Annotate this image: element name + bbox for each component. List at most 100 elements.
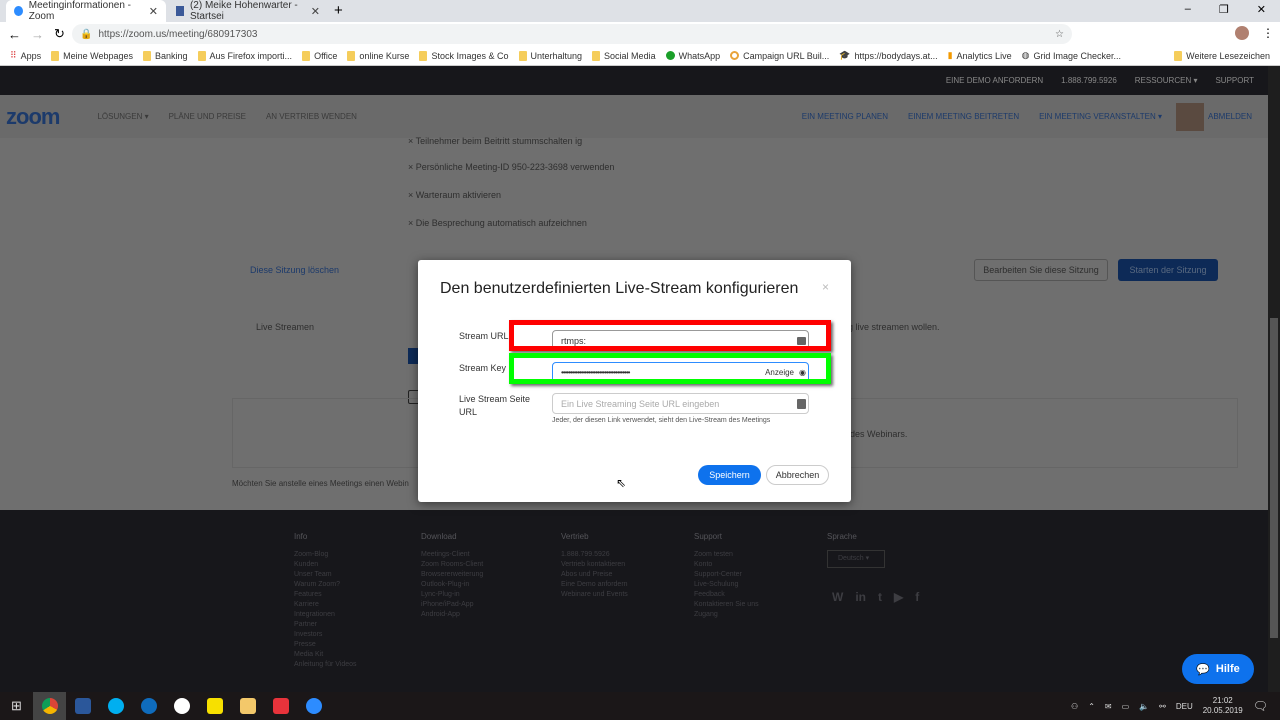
taskbar-sticky-notes[interactable] bbox=[198, 692, 231, 720]
bookmark[interactable]: Aus Firefox importi... bbox=[197, 50, 292, 61]
bookmark[interactable]: WhatsApp bbox=[665, 51, 720, 61]
bookmark[interactable]: Meine Webpages bbox=[51, 50, 133, 61]
forward-icon[interactable]: → bbox=[31, 27, 44, 42]
twitter-icon[interactable]: t bbox=[878, 590, 882, 604]
close-tab-icon[interactable]: ✕ bbox=[311, 5, 320, 18]
footer-link[interactable]: Abos und Preise bbox=[561, 570, 628, 580]
footer-link[interactable]: Live-Schulung bbox=[694, 580, 759, 590]
resources-menu[interactable]: RESSOURCEN ▾ bbox=[1135, 76, 1198, 85]
page-url-input[interactable]: Ein Live Streaming Seite URL eingeben bbox=[552, 393, 809, 414]
taskbar-chrome[interactable] bbox=[33, 692, 66, 720]
footer-link[interactable]: Anleitung für Videos bbox=[294, 660, 357, 670]
other-bookmarks[interactable]: Weitere Lesezeichen bbox=[1174, 50, 1270, 61]
sync-icon[interactable]: ⚯ bbox=[1159, 702, 1166, 711]
back-icon[interactable]: ← bbox=[8, 27, 21, 42]
start-button[interactable]: ⊞ bbox=[0, 692, 33, 720]
help-button[interactable]: 💬 Hilfe bbox=[1182, 654, 1254, 684]
facebook-icon[interactable]: f bbox=[915, 590, 919, 604]
close-tab-icon[interactable]: ✕ bbox=[149, 5, 158, 18]
close-window-button[interactable]: ✕ bbox=[1257, 3, 1266, 16]
nav-sales[interactable]: AN VERTRIEB WENDEN bbox=[266, 112, 357, 121]
new-tab-button[interactable]: + bbox=[334, 2, 343, 19]
footer-link[interactable]: Warum Zoom? bbox=[294, 580, 357, 590]
taskbar-skype[interactable] bbox=[99, 692, 132, 720]
footer-link[interactable]: Unser Team bbox=[294, 570, 357, 580]
bookmark[interactable]: Unterhaltung bbox=[518, 50, 582, 61]
cancel-button[interactable]: Abbrechen bbox=[766, 465, 829, 485]
profile-avatar[interactable] bbox=[1235, 26, 1249, 40]
footer-link[interactable]: Zoom Rooms-Client bbox=[421, 560, 483, 570]
edit-session-button[interactable]: Bearbeiten Sie diese Sitzung bbox=[974, 259, 1108, 281]
linkedin-icon[interactable]: in bbox=[855, 590, 866, 604]
footer-link[interactable]: Karriere bbox=[294, 600, 357, 610]
taskbar-outlook[interactable] bbox=[132, 692, 165, 720]
bookmark[interactable]: Social Media bbox=[592, 50, 656, 61]
nav-plans[interactable]: PLÄNE UND PREISE bbox=[169, 112, 246, 121]
request-demo-link[interactable]: EINE DEMO ANFORDERN bbox=[946, 76, 1043, 85]
menu-icon[interactable]: ⋮ bbox=[1262, 26, 1274, 40]
nav-solutions[interactable]: LÖSUNGEN ▾ bbox=[97, 112, 148, 121]
page-scrollbar[interactable] bbox=[1268, 66, 1280, 692]
bookmark[interactable]: online Kurse bbox=[347, 50, 409, 61]
footer-link[interactable]: Kunden bbox=[294, 560, 357, 570]
footer-link[interactable]: Feedback bbox=[694, 590, 759, 600]
save-button[interactable]: Speichern bbox=[698, 465, 761, 485]
people-icon[interactable]: ⚇ bbox=[1071, 702, 1078, 711]
taskbar-xmind[interactable] bbox=[264, 692, 297, 720]
language-indicator[interactable]: DEU bbox=[1176, 702, 1193, 711]
taskbar-slack[interactable] bbox=[165, 692, 198, 720]
footer-link[interactable]: Zoom testen bbox=[694, 550, 759, 560]
language-select[interactable]: Deutsch ▾ bbox=[827, 550, 885, 568]
clock[interactable]: 21:02 20.05.2019 bbox=[1203, 696, 1243, 716]
tray-chevron-icon[interactable]: ⌃ bbox=[1088, 702, 1095, 711]
footer-link[interactable]: Browsererweiterung bbox=[421, 570, 483, 580]
delete-session-link[interactable]: Diese Sitzung löschen bbox=[250, 265, 339, 275]
taskbar-zoom[interactable] bbox=[297, 692, 330, 720]
footer-link[interactable]: Meetings-Client bbox=[421, 550, 483, 560]
footer-link[interactable]: Integrationen bbox=[294, 610, 357, 620]
network-icon[interactable]: ▭ bbox=[1122, 702, 1130, 711]
footer-link[interactable]: Zugang bbox=[694, 610, 759, 620]
footer-link[interactable]: Support-Center bbox=[694, 570, 759, 580]
logout-link[interactable]: ABMELDEN bbox=[1208, 112, 1252, 121]
mail-icon[interactable]: ✉ bbox=[1105, 702, 1112, 711]
footer-link[interactable]: Webinare und Events bbox=[561, 590, 628, 600]
nav-join[interactable]: EINEM MEETING BEITRETEN bbox=[908, 112, 1019, 121]
footer-link[interactable]: Lync-Plug-in bbox=[421, 590, 483, 600]
url-input[interactable]: 🔒 https://zoom.us/meeting/680917303 ☆ bbox=[72, 24, 1072, 44]
youtube-icon[interactable]: ▶ bbox=[894, 590, 903, 604]
tab-zoom[interactable]: Meetinginformationen - Zoom ✕ bbox=[6, 0, 166, 22]
tab-facebook[interactable]: (2) Meike Hohenwarter - Startsei ✕ bbox=[168, 0, 328, 22]
nav-schedule[interactable]: EIN MEETING PLANEN bbox=[802, 112, 888, 121]
user-avatar[interactable] bbox=[1175, 102, 1204, 131]
footer-link[interactable]: Partner bbox=[294, 620, 357, 630]
star-icon[interactable]: ☆ bbox=[1055, 29, 1064, 40]
footer-link[interactable]: Eine Demo anfordern bbox=[561, 580, 628, 590]
footer-link[interactable]: Android-App bbox=[421, 610, 483, 620]
volume-icon[interactable]: 🔈 bbox=[1139, 702, 1149, 711]
footer-link[interactable]: Investors bbox=[294, 630, 357, 640]
bookmark-apps[interactable]: ⠿ Apps bbox=[10, 50, 41, 61]
footer-link[interactable]: Presse bbox=[294, 640, 357, 650]
footer-link[interactable]: iPhone/iPad-App bbox=[421, 600, 483, 610]
minimize-button[interactable]: – bbox=[1185, 3, 1191, 16]
footer-link[interactable]: Media Kit bbox=[294, 650, 357, 660]
footer-link[interactable]: Outlook-Plug-in bbox=[421, 580, 483, 590]
bookmark[interactable]: ▮ Analytics Live bbox=[948, 50, 1012, 61]
bookmark[interactable]: ◍ Grid Image Checker... bbox=[1022, 50, 1121, 61]
footer-link[interactable]: 1.888.799.5926 bbox=[561, 550, 628, 560]
taskbar-explorer[interactable] bbox=[231, 692, 264, 720]
nav-host[interactable]: EIN MEETING VERANSTALTEN ▾ bbox=[1039, 112, 1162, 121]
bookmark[interactable]: Stock Images & Co bbox=[419, 50, 509, 61]
footer-link[interactable]: Vertrieb kontaktieren bbox=[561, 560, 628, 570]
taskbar-word[interactable] bbox=[66, 692, 99, 720]
footer-link[interactable]: Zoom-Blog bbox=[294, 550, 357, 560]
zoom-logo[interactable]: zoom bbox=[6, 104, 60, 130]
bookmark[interactable]: Office bbox=[302, 50, 337, 61]
notifications-icon[interactable]: 🗨 bbox=[1253, 699, 1268, 713]
wordpress-icon[interactable]: W bbox=[832, 590, 843, 604]
bookmark[interactable]: 🎓 https://bodydays.at... bbox=[839, 50, 937, 61]
phone-link[interactable]: 1.888.799.5926 bbox=[1061, 76, 1117, 85]
footer-link[interactable]: Kontaktieren Sie uns bbox=[694, 600, 759, 610]
close-icon[interactable]: × bbox=[822, 280, 829, 294]
